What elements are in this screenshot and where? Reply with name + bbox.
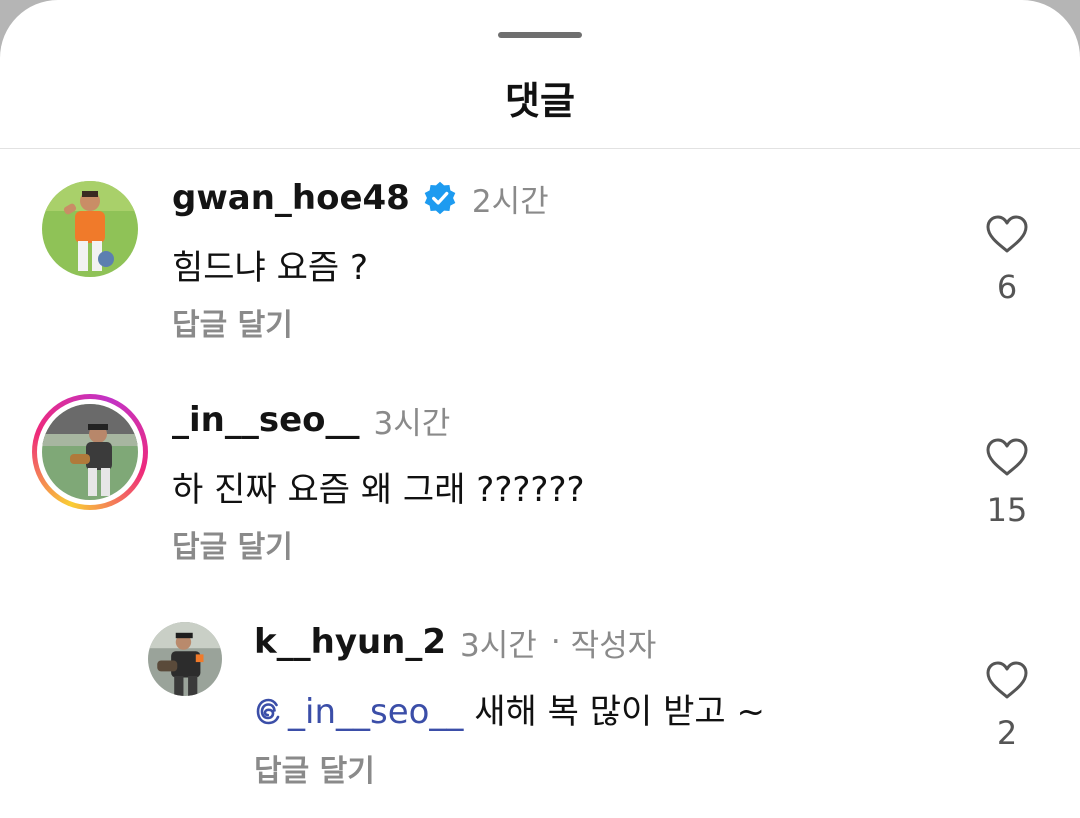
- comment-text: 힘드냐 요즘 ?: [172, 248, 369, 288]
- heart-icon[interactable]: [985, 214, 1029, 254]
- like-group: 6: [966, 214, 1048, 306]
- heart-icon[interactable]: [985, 437, 1029, 477]
- verified-badge-icon: [424, 181, 456, 215]
- username[interactable]: k__hyun_2: [254, 622, 446, 662]
- reply-button[interactable]: 답글 달기: [254, 746, 375, 790]
- heart-icon[interactable]: [985, 660, 1029, 700]
- like-count: 6: [996, 268, 1018, 306]
- author-tag: 작성자: [570, 627, 657, 664]
- comment-header: k__hyun_2 3시간 · 작성자: [254, 620, 656, 664]
- comments-sheet: 댓글 gwan_hoe48 2시간 힘드냐 요즘 ? 답글 달기 6 _in__…: [0, 0, 1080, 818]
- mention-username: _in__seo__: [288, 692, 464, 732]
- drag-handle[interactable]: [498, 32, 582, 38]
- comment-header: gwan_hoe48 2시간: [172, 176, 549, 220]
- reply-button[interactable]: 답글 달기: [172, 300, 293, 344]
- mention-link[interactable]: _in__seo__: [254, 692, 463, 732]
- avatar[interactable]: [42, 181, 138, 277]
- comment-body: 새해 복 많이 받고 ~: [474, 692, 765, 732]
- avatar[interactable]: [148, 622, 222, 696]
- avatar-photo: [42, 404, 138, 500]
- timestamp: 3시간: [373, 405, 451, 442]
- timestamp: 3시간: [460, 627, 537, 664]
- comment-text: 하 진짜 요즘 왜 그래 ??????: [172, 470, 585, 510]
- header-divider: [0, 148, 1080, 149]
- threads-mention-icon: [256, 698, 280, 725]
- like-group: 15: [966, 437, 1048, 529]
- username[interactable]: _in__seo__: [172, 400, 360, 440]
- comment-text: _in__seo__ 새해 복 많이 받고 ~: [254, 684, 765, 733]
- avatar-photo: [148, 622, 222, 696]
- username[interactable]: gwan_hoe48: [172, 178, 410, 218]
- meta-separator: ·: [550, 624, 561, 660]
- timestamp: 2시간: [471, 183, 549, 220]
- sheet-title: 댓글: [505, 79, 575, 123]
- like-count: 2: [996, 714, 1018, 752]
- like-count: 15: [986, 491, 1028, 529]
- avatar: [42, 404, 138, 500]
- like-group: 2: [966, 660, 1048, 752]
- comment-header: _in__seo__ 3시간: [172, 398, 450, 442]
- reply-button[interactable]: 답글 달기: [172, 522, 293, 566]
- avatar-photo: [42, 181, 138, 277]
